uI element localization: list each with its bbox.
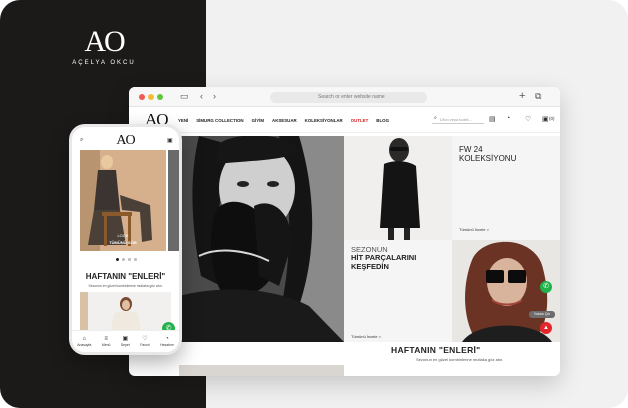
back-icon[interactable]: ‹ <box>200 91 203 102</box>
showcase-card: AO AÇELYA OKCU ▭ ‹ › Search or enter web… <box>0 0 628 408</box>
address-placeholder: Search or enter website name <box>318 94 385 100</box>
sidebar-icon[interactable]: ▭ <box>180 91 189 102</box>
bag-icon: ▣ <box>122 336 129 342</box>
new-tab-icon[interactable]: + <box>519 91 525 102</box>
phone-cart-icon[interactable]: ▣ <box>167 137 173 144</box>
fw24-collection-tile[interactable]: FW 24 KOLEKSİYONU Tümünü İncele > <box>452 136 560 240</box>
forward-icon[interactable]: › <box>213 91 216 102</box>
menu-item-aksesuar[interactable]: AKSESUAR <box>272 118 297 123</box>
phone-best-subtitle: Sezonun en güzel kombinlerine mutlaka gö… <box>88 284 163 288</box>
minimize-dot[interactable] <box>148 94 154 100</box>
maximize-dot[interactable] <box>157 94 163 100</box>
main-menu: YENİ SİMURG COLLECTION GİYİM AKSESUAR KO… <box>178 118 389 123</box>
season-link[interactable]: Tümünü İncele > <box>351 334 381 339</box>
menu-item-simurg[interactable]: SİMURG COLLECTION <box>196 118 243 123</box>
brand-logo: AO AÇELYA OKCU <box>64 25 144 67</box>
season-line3: KEŞFEDİN <box>351 262 389 271</box>
phone-logo[interactable]: AO <box>72 133 179 149</box>
site-search-input[interactable]: Ürün veya kolek... <box>432 115 484 124</box>
close-dot[interactable] <box>139 94 145 100</box>
address-bar[interactable]: Search or enter website name <box>270 92 427 103</box>
phone-product-photo <box>80 292 171 335</box>
search-icon[interactable]: ⌕ <box>434 115 437 121</box>
phone-banner[interactable]: LOOK TÜMÜNÜ GÖR <box>80 150 166 251</box>
phone-mockup: AO ⌕ ▣ LOOK TÜMÜNÜ GÖR HAFTANIN "ENLERİ"… <box>69 124 182 355</box>
product-strip <box>179 365 344 376</box>
best-of-week-title: HAFTANIN "ENLERİ" <box>391 345 481 355</box>
coat-photo <box>344 136 452 240</box>
menu-item-blog[interactable]: BLOG <box>376 118 389 123</box>
tab-account[interactable]: ◔ Hesabım <box>160 336 174 347</box>
browser-toolbar: ▭ ‹ › Search or enter website name + ⧉ <box>129 87 560 107</box>
browser-window: ▭ ‹ › Search or enter website name + ⧉ A… <box>129 87 560 376</box>
menu-item-outlet[interactable]: OUTLET <box>351 118 369 123</box>
phone-next-slide[interactable] <box>168 150 179 251</box>
account-icon[interactable]: ◔ <box>506 115 510 122</box>
site-search-placeholder: Ürün veya kolek... <box>440 117 473 122</box>
phone-tab-bar: ⌂ Anasayfa ≡ Menü ▣ Sepet ♡ Favori ◔ Hesabım <box>72 330 179 352</box>
wishlist-icon[interactable]: ♡ <box>525 115 531 123</box>
tabs-overview-icon[interactable]: ⧉ <box>535 91 541 102</box>
menu-item-yeni[interactable]: YENİ <box>178 118 188 123</box>
cart-icon[interactable]: ▣ <box>542 115 549 123</box>
heart-icon: ♡ <box>142 336 148 342</box>
season-hits-tile[interactable]: SEZONUN HİT PARÇALARINI KEŞFEDİN Tümünü … <box>344 240 452 342</box>
site-header: AO YENİ SİMURG COLLECTION GİYİM AKSESUAR… <box>129 107 560 133</box>
phone-banner-button[interactable]: TÜMÜNÜ GÖR <box>80 240 166 245</box>
hero-image[interactable] <box>179 136 344 342</box>
menu-item-giyim[interactable]: GİYİM <box>252 118 264 123</box>
tab-cart[interactable]: ▣ Sepet <box>121 336 130 347</box>
tab-home[interactable]: ⌂ Anasayfa <box>77 336 91 347</box>
scroll-top-tooltip: Yukarı Çık <box>529 311 555 318</box>
menu-icon: ≡ <box>104 336 108 342</box>
phone-product-card[interactable] <box>80 292 171 335</box>
phone-search-icon[interactable]: ⌕ <box>80 137 83 144</box>
store-icon[interactable]: ▤ <box>489 115 496 123</box>
brand-name: AÇELYA OKCU <box>72 60 136 66</box>
fw24-line2: KOLEKSİYONU <box>459 154 517 163</box>
product-tile-coat[interactable] <box>344 136 452 240</box>
best-of-week-subtitle: Sezonun en güzel kombinlerine mutlaka gö… <box>416 357 504 362</box>
phone-carousel-dots[interactable] <box>116 258 137 261</box>
phone-banner-caption: LOOK <box>117 233 129 238</box>
fw24-link[interactable]: Tümünü İncele > <box>459 227 489 232</box>
tab-menu[interactable]: ≡ Menü <box>102 336 110 347</box>
whatsapp-button[interactable]: ✆ <box>540 281 552 293</box>
user-icon: ◔ <box>165 336 169 342</box>
hero-photo <box>179 136 344 342</box>
scroll-top-button[interactable]: ▲ <box>540 322 552 334</box>
tab-favorites[interactable]: ♡ Favori <box>140 336 149 347</box>
phone-best-title: HAFTANIN "ENLERİ" <box>85 272 166 281</box>
brand-monogram: AO <box>84 25 125 58</box>
menu-item-koleksiyonlar[interactable]: KOLEKSİYONLAR <box>305 118 343 123</box>
cart-count: (0) <box>549 116 555 121</box>
home-icon: ⌂ <box>82 336 87 342</box>
